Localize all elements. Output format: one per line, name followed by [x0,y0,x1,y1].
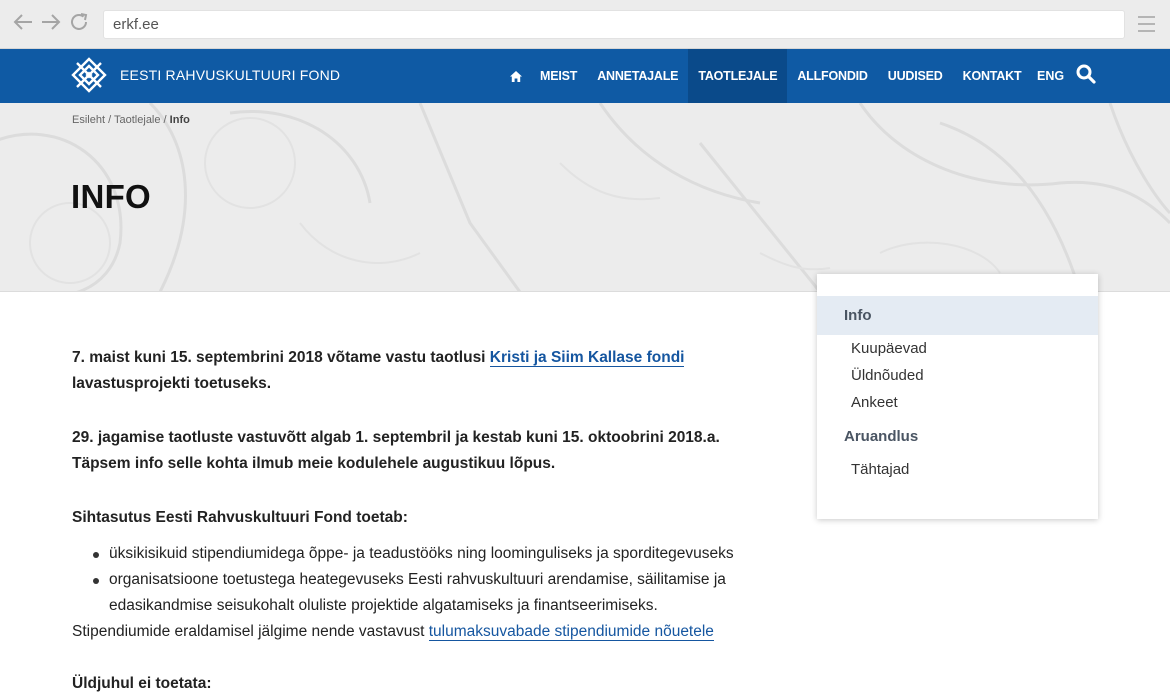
breadcrumb-home[interactable]: Esileht [72,114,105,126]
hero-background-artwork [0,103,1170,291]
breadcrumb-separator: / [105,114,115,126]
hero-banner: Esileht / Taotlejale / Info INFO [0,103,1170,292]
browser-toolbar: erkf.ee [0,0,1170,49]
main-navigation: MEIST ANNETAJALE TAOTLEJALE ALLFONDID UU… [502,49,1031,103]
list-item: üksikisikuid stipendiumidega õppe- ja te… [72,541,752,567]
nav-taotlejale[interactable]: TAOTLEJALE [688,49,788,103]
list-item: organisatsioone toetustega heategevuseks… [72,567,752,619]
nav-allfondid[interactable]: ALLFONDID [787,49,877,103]
supports-heading: Sihtasutus Eesti Rahvuskultuuri Fond toe… [72,509,408,526]
home-icon [510,70,522,82]
sidebar-item-uldnouded[interactable]: Üldnõuded [817,362,1098,389]
nav-kontakt[interactable]: KONTAKT [953,49,1032,103]
site-header: EESTI RAHVUSKULTUURI FOND MEIST ANNETAJA… [0,49,1170,103]
reload-icon[interactable] [67,11,91,35]
nav-uudised[interactable]: UUDISED [878,49,953,103]
kallase-fond-link[interactable]: Kristi ja Siim Kallase fondi [489,349,685,367]
nav-annetajale[interactable]: ANNETAJALE [587,49,688,103]
tax-free-scholarship-link[interactable]: tulumaksuvabade stipendiumide nõuetele [428,623,714,641]
nav-meist[interactable]: MEIST [530,49,587,103]
announcement-tail: lavastusprojekti toetuseks. [72,375,271,392]
sidebar-item-tahtajad[interactable]: Tähtajad [817,456,1098,483]
nav-home[interactable] [502,49,530,103]
application-period-line2: Täpsem info selle kohta ilmub meie kodul… [72,455,556,472]
application-period-line1: 29. jagamise taotluste vastuvõtt algab 1… [72,429,720,446]
sidebar-item-aruandlus[interactable]: Aruandlus [817,423,1098,450]
back-arrow-icon[interactable] [11,11,35,35]
address-bar[interactable]: erkf.ee [103,10,1125,39]
sidebar-item-info[interactable]: Info [817,296,1098,335]
main-content: 7. maist kuni 15. septembrini 2018 võtam… [72,345,752,696]
sidebar-item-ankeet[interactable]: Ankeet [817,389,1098,416]
breadcrumb-taotlejale[interactable]: Taotlejale [114,114,160,126]
supports-list: üksikisikuid stipendiumidega õppe- ja te… [72,541,752,619]
page-title: INFO [71,178,152,215]
announcement-paragraph: 7. maist kuni 15. septembrini 2018 võtam… [72,345,752,397]
forward-arrow-icon[interactable] [39,11,63,35]
sidebar-item-kuupaevad[interactable]: Kuupäevad [817,335,1098,362]
scholarship-paragraph: Stipendiumide eraldamisel jälgime nende … [72,619,752,645]
breadcrumb-current: Info [169,114,190,126]
breadcrumb-separator: / [160,114,170,126]
site-logo-text: EESTI RAHVUSKULTUURI FOND [120,67,341,83]
browser-menu-icon[interactable] [1138,16,1155,32]
search-icon[interactable] [1076,64,1098,86]
language-switch[interactable]: ENG [1037,49,1064,103]
site-logo[interactable]: EESTI RAHVUSKULTUURI FOND [71,57,340,93]
section-sidebar-menu: Info Kuupäevad Üldnõuded Ankeet Aruandlu… [817,274,1098,519]
erkf-logo-icon [71,57,107,93]
application-period-paragraph: 29. jagamise taotluste vastuvõtt algab 1… [72,425,752,477]
not-supported-heading: Üldjuhul ei toetata: [72,675,212,692]
breadcrumb: Esileht / Taotlejale / Info [72,114,190,126]
announcement-text: 7. maist kuni 15. septembrini 2018 võtam… [72,349,490,366]
scholarship-text: Stipendiumide eraldamisel jälgime nende … [72,623,429,640]
